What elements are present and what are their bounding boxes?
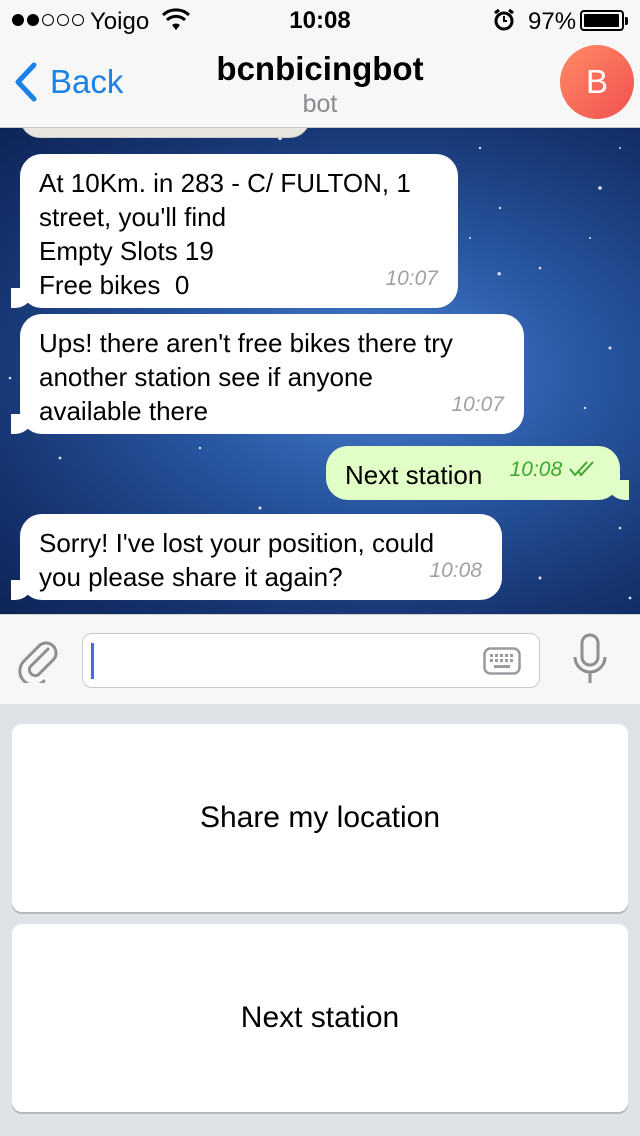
message-text-line: you please share it again? bbox=[39, 562, 343, 592]
message-bubble-incoming[interactable]: At 10Km. in 283 - C/ FULTON, 1 street, y… bbox=[11, 154, 458, 308]
attach-button[interactable] bbox=[18, 637, 60, 688]
message-time: 10:07 bbox=[385, 267, 438, 290]
battery-icon bbox=[580, 10, 628, 31]
chat-title[interactable]: bcnbicingbot bbox=[0, 50, 640, 88]
message-text-line: available there bbox=[39, 396, 209, 426]
message-text-line: Free bikes 0 bbox=[39, 270, 190, 300]
next-station-button[interactable]: Next station bbox=[12, 924, 628, 1112]
avatar[interactable]: B bbox=[560, 45, 634, 119]
message-time-text: 10:08 bbox=[509, 458, 563, 481]
bot-reply-keyboard: Share my location Next station bbox=[0, 704, 640, 1136]
message-text-line: another station see if anyone bbox=[39, 362, 373, 392]
message-text-line: At 10Km. in 283 - C/ FULTON, 1 bbox=[39, 168, 411, 198]
battery-percentage: 97% bbox=[528, 8, 577, 35]
message-composer bbox=[0, 614, 640, 704]
message-text-line: street, you'll find bbox=[39, 202, 227, 232]
voice-record-button[interactable] bbox=[572, 633, 608, 690]
microphone-icon bbox=[573, 633, 607, 683]
location-map-preview[interactable] bbox=[20, 128, 310, 138]
status-bar: Yoigo 10:08 97% bbox=[0, 0, 640, 40]
text-cursor bbox=[91, 643, 94, 679]
share-my-location-button[interactable]: Share my location bbox=[12, 724, 628, 912]
alarm-icon bbox=[492, 8, 516, 39]
message-input[interactable] bbox=[82, 633, 540, 688]
message-text-line: Empty Slots 19 bbox=[39, 236, 214, 266]
message-time: 10:08 bbox=[429, 559, 482, 582]
keyboard-toggle-button[interactable] bbox=[483, 647, 521, 680]
message-text-line: Ups! there aren't free bikes there try bbox=[39, 328, 453, 358]
double-check-icon bbox=[569, 461, 594, 477]
message-list[interactable]: At 10Km. in 283 - C/ FULTON, 1 street, y… bbox=[0, 128, 640, 614]
paperclip-icon bbox=[18, 641, 58, 687]
keyboard-icon bbox=[483, 647, 521, 675]
chat-header: Back bcnbicingbot bot B bbox=[0, 40, 640, 128]
message-text-line: Sorry! I've lost your position, could bbox=[39, 528, 435, 558]
message-bubble-incoming[interactable]: Ups! there aren't free bikes there try a… bbox=[11, 314, 524, 434]
message-bubble-outgoing[interactable]: Next station 10:08 bbox=[326, 446, 629, 500]
message-time: 10:08 bbox=[510, 453, 598, 487]
message-time: 10:07 bbox=[451, 393, 504, 416]
chat-subtitle: bot bbox=[302, 90, 338, 118]
message-bubble-incoming[interactable]: Sorry! I've lost your position, could yo… bbox=[11, 514, 502, 600]
